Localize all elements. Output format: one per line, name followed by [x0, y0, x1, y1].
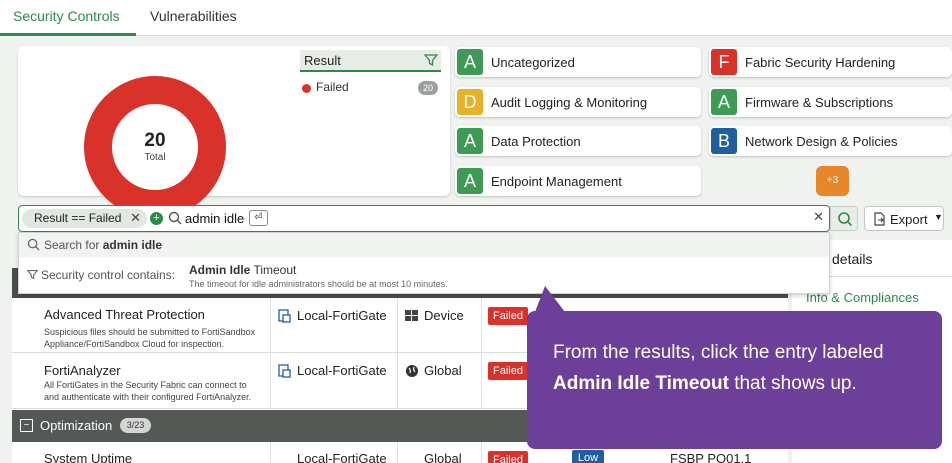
- status-badge: Failed: [488, 451, 528, 463]
- grade-badge: D: [457, 89, 483, 115]
- row-title: FortiAnalyzer: [44, 363, 121, 378]
- total-label: Total: [144, 152, 166, 163]
- category-label: Audit Logging & Monitoring: [491, 95, 648, 110]
- row-title: Advanced Threat Protection: [44, 307, 205, 322]
- more-categories-button[interactable]: +3: [816, 166, 849, 196]
- status-badge: Failed: [488, 307, 528, 325]
- clear-search-icon[interactable]: ✕: [813, 209, 824, 225]
- category-label: Network Design & Policies: [745, 134, 898, 149]
- search-input[interactable]: admin idle: [185, 211, 244, 226]
- filter-icon: [27, 270, 38, 280]
- row-description: Suspicious files should be submitted to …: [44, 327, 256, 337]
- filter-icon[interactable]: [424, 53, 438, 67]
- fortigate-device-icon: [278, 364, 291, 378]
- total-value: 20: [144, 130, 166, 151]
- row-device[interactable]: Local-FortiGate: [297, 308, 387, 323]
- suggestion-admin-idle-timeout[interactable]: Security control contains: Admin Idle Ti…: [19, 257, 829, 295]
- filter-chip[interactable]: Result == Failed ✕: [22, 209, 147, 228]
- grade-badge: B: [711, 128, 737, 154]
- grade-badge: A: [457, 168, 483, 194]
- suggestion-search-for[interactable]: Search for admin idle: [19, 233, 829, 257]
- legend-failed[interactable]: Failed 20: [302, 80, 440, 96]
- category-card[interactable]: A Endpoint Management: [455, 166, 701, 196]
- row-description: and authenticate with their configured F…: [44, 392, 252, 402]
- export-button[interactable]: Export ▼: [864, 206, 944, 231]
- row-description: All FortiGates in the Security Fabric ca…: [44, 380, 247, 390]
- tab-vulnerabilities[interactable]: Vulnerabilities: [150, 8, 237, 24]
- row-scope: Global: [424, 451, 462, 463]
- group-count: 3/23: [120, 418, 151, 433]
- category-card[interactable]: A Uncategorized: [455, 47, 701, 77]
- suggestion-title: Admin Idle Timeout: [189, 263, 297, 277]
- grade-badge: F: [711, 49, 737, 75]
- enter-key-icon: ⏎: [249, 210, 268, 226]
- grade-badge: A: [457, 128, 483, 154]
- export-label: Export: [890, 212, 928, 227]
- device-icon: [405, 310, 418, 321]
- failed-dot-icon: [302, 84, 311, 93]
- fortigate-device-icon: [278, 309, 291, 323]
- collapse-icon[interactable]: −: [20, 419, 33, 432]
- row-scope: Global: [424, 363, 462, 378]
- category-label: Endpoint Management: [491, 174, 622, 189]
- status-badge: Failed: [488, 362, 528, 380]
- search-bar[interactable]: Result == Failed ✕ + admin idle ⏎ ✕: [18, 205, 830, 232]
- category-label: Data Protection: [491, 134, 581, 149]
- remove-filter-icon[interactable]: ✕: [130, 210, 141, 226]
- donut-center: 20 Total: [82, 130, 228, 163]
- suggestion-prefix: Search for admin idle: [44, 238, 163, 252]
- suggestion-description: The timeout for idle administrators shou…: [189, 279, 448, 289]
- search-suggestions: Search for admin idle Security control c…: [18, 232, 830, 294]
- donut-chart[interactable]: 20 Total: [82, 74, 228, 220]
- result-header-label: Result: [304, 53, 341, 68]
- tab-details[interactable]: details: [832, 251, 872, 267]
- search-icon: [27, 238, 40, 251]
- severity-badge: Low: [572, 450, 604, 463]
- group-label: Optimization: [40, 418, 113, 433]
- row-description: Appliance/FortiSandbox Cloud for inspect…: [44, 339, 225, 349]
- category-card[interactable]: A Data Protection: [455, 126, 701, 156]
- category-card[interactable]: F Fabric Security Hardening: [709, 47, 952, 77]
- add-filter-icon[interactable]: +: [150, 212, 163, 225]
- active-tab-indicator: [0, 33, 136, 36]
- category-card[interactable]: B Network Design & Policies: [709, 126, 952, 156]
- row-scope: Device: [424, 308, 464, 323]
- legend-failed-label: Failed: [316, 80, 349, 94]
- category-card[interactable]: A Firmware & Subscriptions: [709, 87, 952, 117]
- row-device[interactable]: Local-FortiGate: [297, 451, 387, 463]
- category-card[interactable]: D Audit Logging & Monitoring: [455, 87, 701, 117]
- top-tabs: Security Controls Vulnerabilities: [0, 0, 952, 36]
- result-filter-header[interactable]: Result: [300, 50, 441, 72]
- filter-chip-label: Result == Failed: [34, 211, 122, 225]
- suggestion-contains-label: Security control contains:: [41, 268, 176, 282]
- category-label: Fabric Security Hardening: [745, 55, 896, 70]
- row-reference: FSBP PO01.1: [670, 451, 752, 463]
- search-button[interactable]: [830, 206, 858, 231]
- legend-failed-count: 20: [418, 81, 438, 95]
- search-button-icon: [838, 212, 853, 227]
- tab-security-controls[interactable]: Security Controls: [13, 8, 120, 24]
- export-icon: [874, 212, 885, 226]
- chevron-down-icon: ▼: [934, 212, 943, 222]
- search-icon: [168, 211, 182, 225]
- tooltip-arrow: [535, 286, 565, 312]
- category-label: Firmware & Subscriptions: [745, 95, 894, 110]
- instruction-tooltip: From the results, click the entry labele…: [527, 311, 942, 449]
- category-label: Uncategorized: [491, 55, 575, 70]
- globe-icon: [406, 365, 418, 377]
- row-title: System Uptime: [44, 451, 133, 463]
- grade-badge: A: [711, 89, 737, 115]
- row-device[interactable]: Local-FortiGate: [297, 363, 387, 378]
- tooltip-text: From the results, click the entry labele…: [553, 342, 884, 394]
- grade-badge: A: [457, 49, 483, 75]
